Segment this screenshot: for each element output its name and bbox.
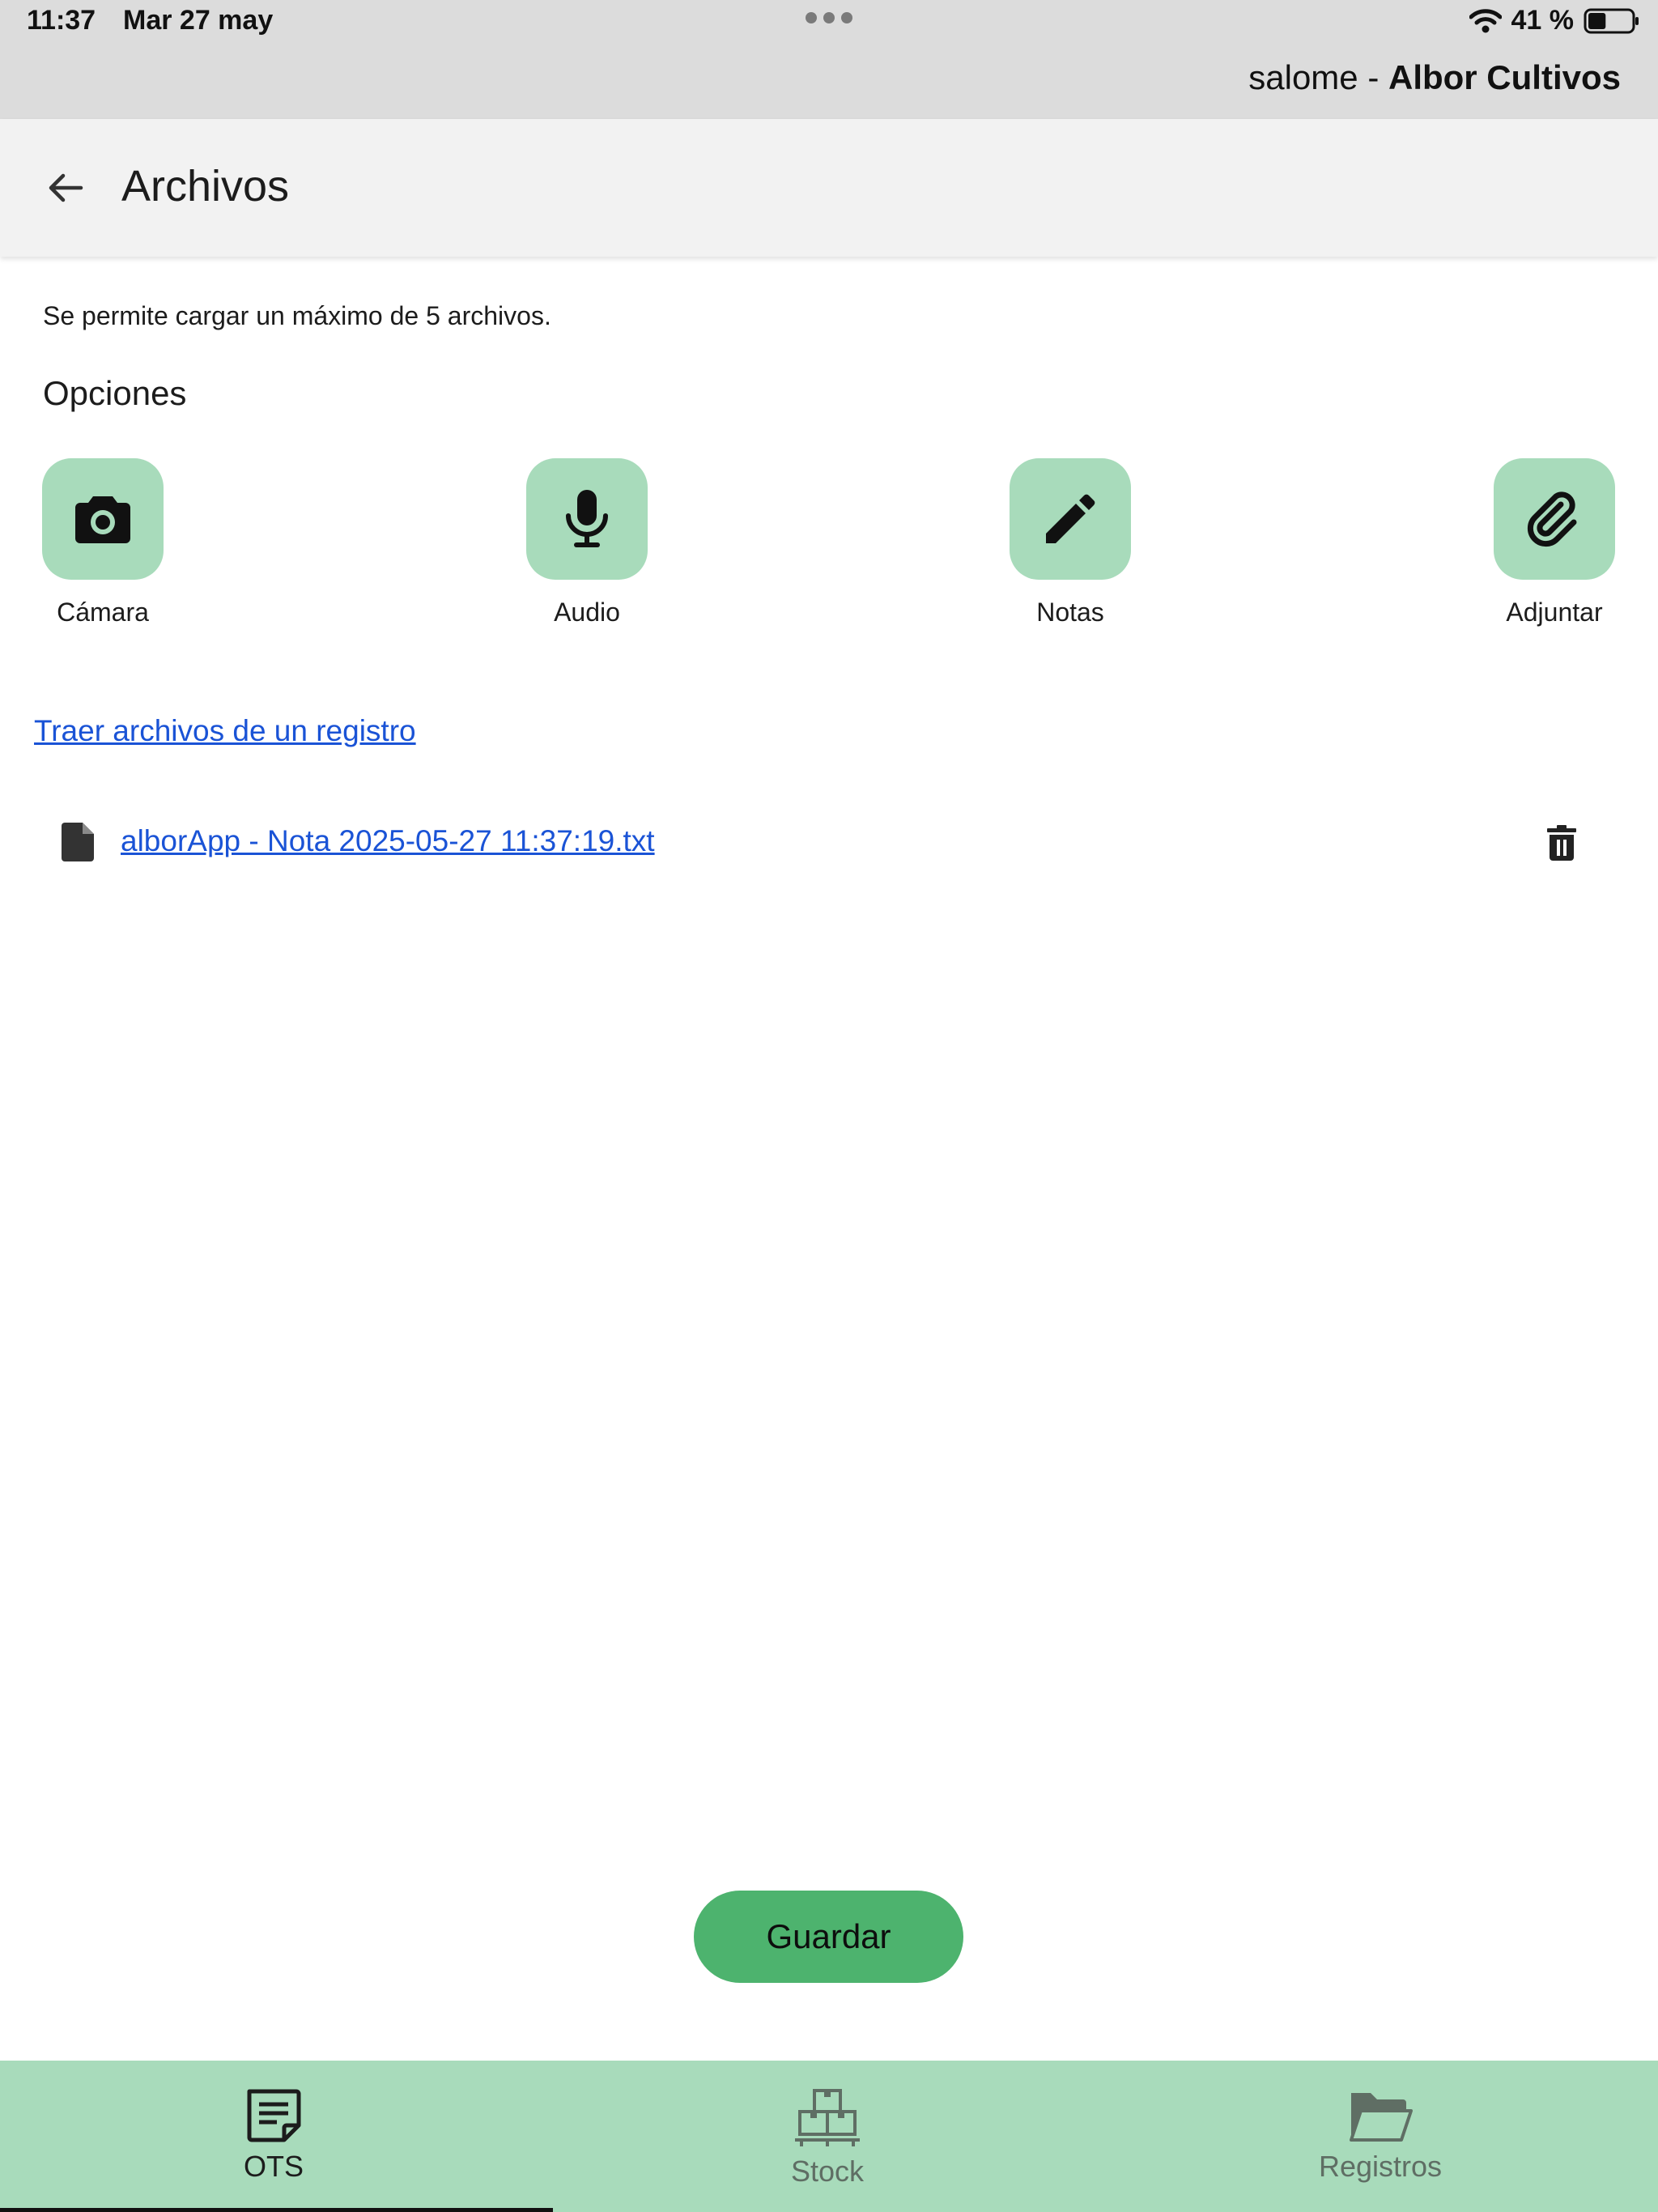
camera-option[interactable]: Cámara	[22, 458, 184, 636]
notes-tile[interactable]	[1010, 458, 1131, 580]
camera-tile[interactable]	[42, 458, 164, 580]
back-button[interactable]	[39, 162, 91, 214]
status-date: Mar 27 may	[123, 5, 274, 36]
bring-files-from-record-link[interactable]: Traer archivos de un registro	[34, 714, 416, 748]
audio-label: Audio	[554, 598, 620, 627]
upload-limit-text: Se permite cargar un máximo de 5 archivo…	[43, 301, 551, 330]
archivos-screen: 11:37 Mar 27 may 41 % salome - Albor Cul…	[0, 0, 1658, 2212]
session-user: salome	[1248, 58, 1358, 96]
battery-percentage: 41 %	[1511, 5, 1575, 36]
document-icon	[247, 2089, 301, 2142]
camera-label: Cámara	[57, 598, 149, 627]
paperclip-icon	[1527, 491, 1577, 547]
nav-label-ots: OTS	[243, 2150, 304, 2183]
nav-item-stock[interactable]: Stock	[746, 2061, 908, 2212]
attach-option[interactable]: Adjuntar	[1473, 458, 1635, 636]
status-bar: 11:37 Mar 27 may 41 % salome - Albor Cul…	[0, 0, 1658, 119]
folder-icon	[1350, 2093, 1413, 2142]
notes-label: Notas	[1036, 598, 1104, 627]
delete-file-button[interactable]	[1541, 821, 1582, 865]
session-info: salome - Albor Cultivos	[1248, 58, 1621, 97]
bottom-navigation: OTS Stock Registros	[0, 2061, 1658, 2212]
status-right: 41 %	[1469, 5, 1641, 36]
battery-icon	[1584, 8, 1639, 33]
status-time: 11:37	[27, 5, 96, 36]
home-indicator	[0, 2208, 553, 2212]
attach-tile[interactable]	[1494, 458, 1615, 580]
pencil-icon	[1046, 494, 1095, 543]
camera-icon	[75, 496, 130, 543]
page-title: Archivos	[121, 162, 290, 211]
options-title: Opciones	[43, 374, 187, 412]
nav-label-stock: Stock	[790, 2155, 865, 2188]
nav-item-ots[interactable]: OTS	[193, 2061, 355, 2212]
arrow-left-icon	[49, 173, 83, 202]
nav-item-registros[interactable]: Registros	[1279, 2061, 1482, 2212]
session-company: Albor Cultivos	[1388, 58, 1621, 96]
trash-icon	[1547, 825, 1576, 861]
file-list-item: alborApp - Nota 2025-05-27 11:37:19.txt	[0, 810, 1658, 874]
app-bar: Archivos	[0, 119, 1658, 257]
boxes-icon	[795, 2089, 860, 2146]
nav-label-registros: Registros	[1318, 2150, 1443, 2183]
microphone-icon	[566, 490, 608, 547]
audio-option[interactable]: Audio	[506, 458, 668, 636]
audio-tile[interactable]	[526, 458, 648, 580]
session-separator: -	[1358, 58, 1388, 96]
wifi-icon	[1469, 8, 1502, 32]
notes-option[interactable]: Notas	[989, 458, 1151, 636]
multitasking-dots-icon[interactable]	[805, 11, 853, 24]
file-name-link[interactable]: alborApp - Nota 2025-05-27 11:37:19.txt	[121, 824, 655, 858]
attach-label: Adjuntar	[1506, 598, 1603, 627]
file-icon	[62, 823, 94, 861]
save-button[interactable]: Guardar	[694, 1891, 963, 1983]
